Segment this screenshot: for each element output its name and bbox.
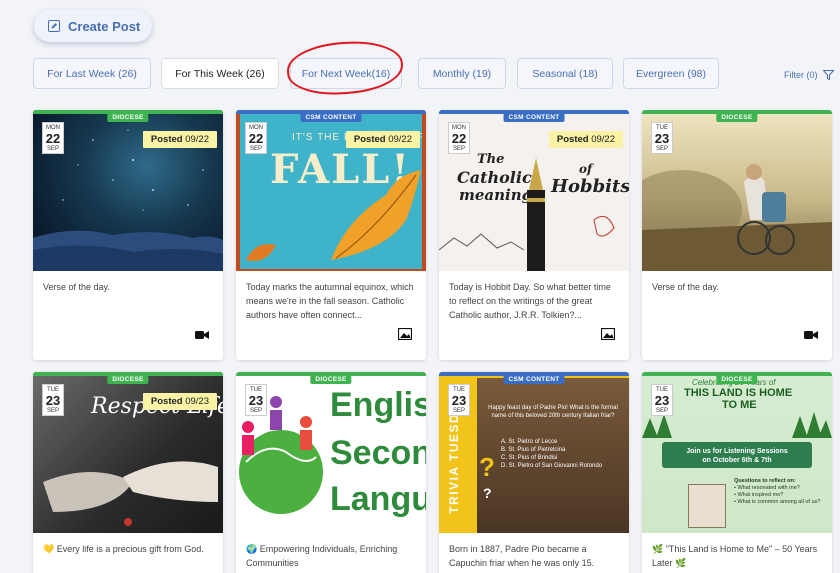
image-text-second: Second (330, 434, 426, 472)
tab-next-week-label: For Next Week(16) (301, 67, 391, 80)
post-card[interactable]: English Second Language DIOCESE TUE23SEP… (236, 372, 426, 573)
post-image: DIOCESE MON 22 SEP Posted 09/22 (33, 110, 223, 271)
content-tag: DIOCESE (107, 375, 149, 384)
filter-label: Filter (0) (784, 70, 818, 80)
image-icon (398, 328, 412, 340)
tab-seasonal[interactable]: Seasonal (18) (517, 58, 613, 89)
tab-this-week[interactable]: For This Week (26) (161, 58, 279, 89)
post-card[interactable]: IT'S THE FIRST DAY OF FALL! CSM CONTENT … (236, 110, 426, 360)
content-tag: CSM CONTENT (503, 113, 565, 122)
posted-badge: Posted 09/22 (548, 131, 623, 148)
flyer-thumbnail (688, 484, 726, 528)
event-banner: Join us for Listening Sessions on Octobe… (662, 442, 812, 468)
date-badge: MON 22 SEP (448, 122, 470, 154)
edit-icon (48, 20, 60, 32)
post-card[interactable]: DIOCESE TUE 23 SEP Verse of the day. (642, 110, 832, 360)
post-card[interactable]: TRIVIA TUESDAY Happy feast day of Padre … (439, 372, 629, 573)
date-badge: TUE 23 SEP (42, 384, 64, 416)
filter-button[interactable]: Filter (0) (784, 70, 834, 80)
tab-monthly[interactable]: Monthly (19) (418, 58, 506, 89)
post-caption: Verse of the day. (652, 282, 719, 292)
content-tag: DIOCESE (716, 113, 758, 122)
content-tag: DIOCESE (107, 113, 149, 122)
posted-badge: Posted 09/22 (142, 131, 217, 148)
date-badge: MON 22 SEP (42, 122, 64, 154)
video-icon (804, 331, 818, 339)
post-image: The Catholic meaning of Hobbits CSM CONT… (439, 110, 629, 271)
svg-text:?: ? (483, 485, 492, 501)
content-tag: DIOCESE (310, 375, 352, 384)
post-caption: 💛 Every life is a precious gift from God… (43, 544, 204, 554)
post-image: English Second Language DIOCESE TUE23SEP (236, 372, 426, 533)
post-card[interactable]: DIOCESE MON 22 SEP Posted 09/22 Verse of t… (33, 110, 223, 360)
post-card[interactable]: The Catholic meaning of Hobbits CSM CONT… (439, 110, 629, 360)
post-filter-tabs: For Last Week (26) For This Week (26) Fo… (0, 58, 840, 90)
post-image: TRIVIA TUESDAY Happy feast day of Padre … (439, 372, 629, 533)
post-caption: 🌍 Empowering Individuals, Enriching Comm… (246, 544, 398, 568)
date-badge: TUE 23 SEP (651, 384, 673, 416)
funnel-icon (822, 70, 834, 80)
create-post-label: Create Post (68, 18, 141, 34)
image-text-language: Language (330, 480, 426, 518)
svg-text:?: ? (479, 452, 495, 482)
post-caption: 🌿 "This Land is Home to Me" – 50 Years L… (652, 544, 818, 568)
post-card[interactable]: Respect Life DIOCESE TUE23SEP Posted 09/… (33, 372, 223, 573)
posted-badge: Posted 09/22 (345, 131, 420, 148)
create-post-button[interactable]: Create Post (34, 10, 152, 42)
video-icon (195, 331, 209, 339)
post-image: DIOCESE TUE 23 SEP (642, 110, 832, 271)
tab-next-week[interactable]: For Next Week(16) (290, 58, 402, 89)
content-tag: CSM CONTENT (503, 375, 565, 384)
image-icon (601, 328, 615, 340)
post-image: IT'S THE FIRST DAY OF FALL! CSM CONTENT … (236, 110, 426, 271)
date-badge: MON 22 SEP (245, 122, 267, 154)
posted-badge: Posted 09/23 (142, 393, 217, 410)
reflection-questions: Questions to reflect on: • What resonate… (734, 478, 821, 505)
date-badge: TUE 23 SEP (448, 384, 470, 416)
content-tag: CSM CONTENT (300, 113, 362, 122)
image-text-english: English (330, 386, 426, 424)
post-card[interactable]: Celebrating 20 Years of THIS LAND IS HOM… (642, 372, 832, 573)
content-tag: DIOCESE (716, 375, 758, 384)
post-image: Respect Life DIOCESE TUE23SEP Posted 09/… (33, 372, 223, 533)
post-image: Celebrating 20 Years of THIS LAND IS HOM… (642, 372, 832, 533)
tab-evergreen[interactable]: Evergreen (98) (623, 58, 719, 89)
date-badge: TUE 23 SEP (651, 122, 673, 154)
post-caption: Today is Hobbit Day. So what better time… (449, 282, 611, 320)
post-caption: Verse of the day. (43, 282, 110, 292)
post-caption: Born in 1887, Padre Pio became a Capuchi… (449, 544, 595, 568)
tab-last-week[interactable]: For Last Week (26) (33, 58, 151, 89)
date-badge: TUE 23 SEP (245, 384, 267, 416)
post-caption: Today marks the autumnal equinox, which … (246, 282, 414, 320)
